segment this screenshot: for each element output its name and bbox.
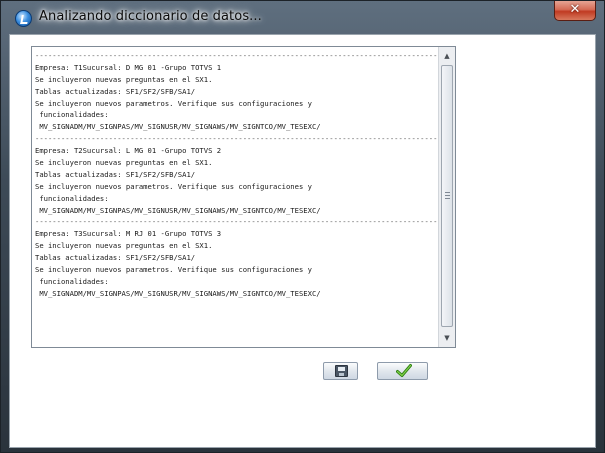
log-line: Tablas actualizadas: SF1/SF2/SFB/SA1/ xyxy=(35,169,196,179)
vertical-scrollbar[interactable]: ▲ ▼ xyxy=(438,47,455,347)
log-text-area[interactable]: ----------------------------------------… xyxy=(32,47,438,347)
log-line: Tablas actualizadas: SF1/SF2/SFB/SA1/ xyxy=(35,253,196,263)
log-line: Se incluyeron nuevas preguntas en el SX1… xyxy=(35,241,213,251)
save-icon xyxy=(335,365,348,377)
log-line: funcionalidades: xyxy=(35,193,109,203)
log-line: MV_SIGNADM/MV_SIGNPAS/MV_SIGNUSR/MV_SIGN… xyxy=(35,122,321,132)
dialog-body: ----------------------------------------… xyxy=(9,34,596,448)
log-line: Se incluyeron nuevos parametros. Verifiq… xyxy=(35,98,312,108)
log-line: MV_SIGNADM/MV_SIGNPAS/MV_SIGNUSR/MV_SIGN… xyxy=(35,205,321,215)
log-separator: ----------------------------------------… xyxy=(35,217,438,227)
log-line: Se incluyeron nuevas preguntas en el SX1… xyxy=(35,158,213,168)
log-separator: ----------------------------------------… xyxy=(35,134,438,144)
log-line: Se incluyeron nuevos parametros. Verifiq… xyxy=(35,181,312,191)
log-line: funcionalidades: xyxy=(35,276,109,286)
log-line: Se incluyeron nuevos parametros. Verifiq… xyxy=(35,265,312,275)
close-icon: ✕ xyxy=(569,2,581,17)
grip-icon xyxy=(445,192,450,199)
log-line: Se incluyeron nuevas preguntas en el SX1… xyxy=(35,74,213,84)
log-line: funcionalidades: xyxy=(35,110,109,120)
log-line: Empresa: T2Sucursal: L MG 01 -Grupo TOTV… xyxy=(35,146,222,156)
app-icon xyxy=(15,10,32,27)
scroll-up-button[interactable]: ▲ xyxy=(439,48,455,64)
title-bar[interactable]: Analizando diccionario de datos... ✕ xyxy=(1,1,604,35)
window-title: Analizando diccionario de datos... xyxy=(39,9,262,24)
log-separator: ----------------------------------------… xyxy=(35,51,438,60)
scroll-thumb[interactable] xyxy=(441,65,453,327)
dialog-window: Analizando diccionario de datos... ✕ ---… xyxy=(0,0,605,453)
log-line: MV_SIGNADM/MV_SIGNPAS/MV_SIGNUSR/MV_SIGN… xyxy=(35,288,321,298)
log-line: Empresa: T1Sucursal: D MG 01 -Grupo TOTV… xyxy=(35,62,222,72)
log-line: Empresa: T3Sucursal: M RJ 01 -Grupo TOTV… xyxy=(35,229,222,239)
checkmark-icon xyxy=(396,364,412,377)
confirm-button[interactable] xyxy=(377,362,428,380)
scroll-down-button[interactable]: ▼ xyxy=(439,330,455,346)
log-text-box[interactable]: ----------------------------------------… xyxy=(31,46,456,348)
log-line: Tablas actualizadas: SF1/SF2/SFB/SA1/ xyxy=(35,86,196,96)
save-button[interactable] xyxy=(323,362,358,380)
close-button[interactable]: ✕ xyxy=(554,1,596,21)
